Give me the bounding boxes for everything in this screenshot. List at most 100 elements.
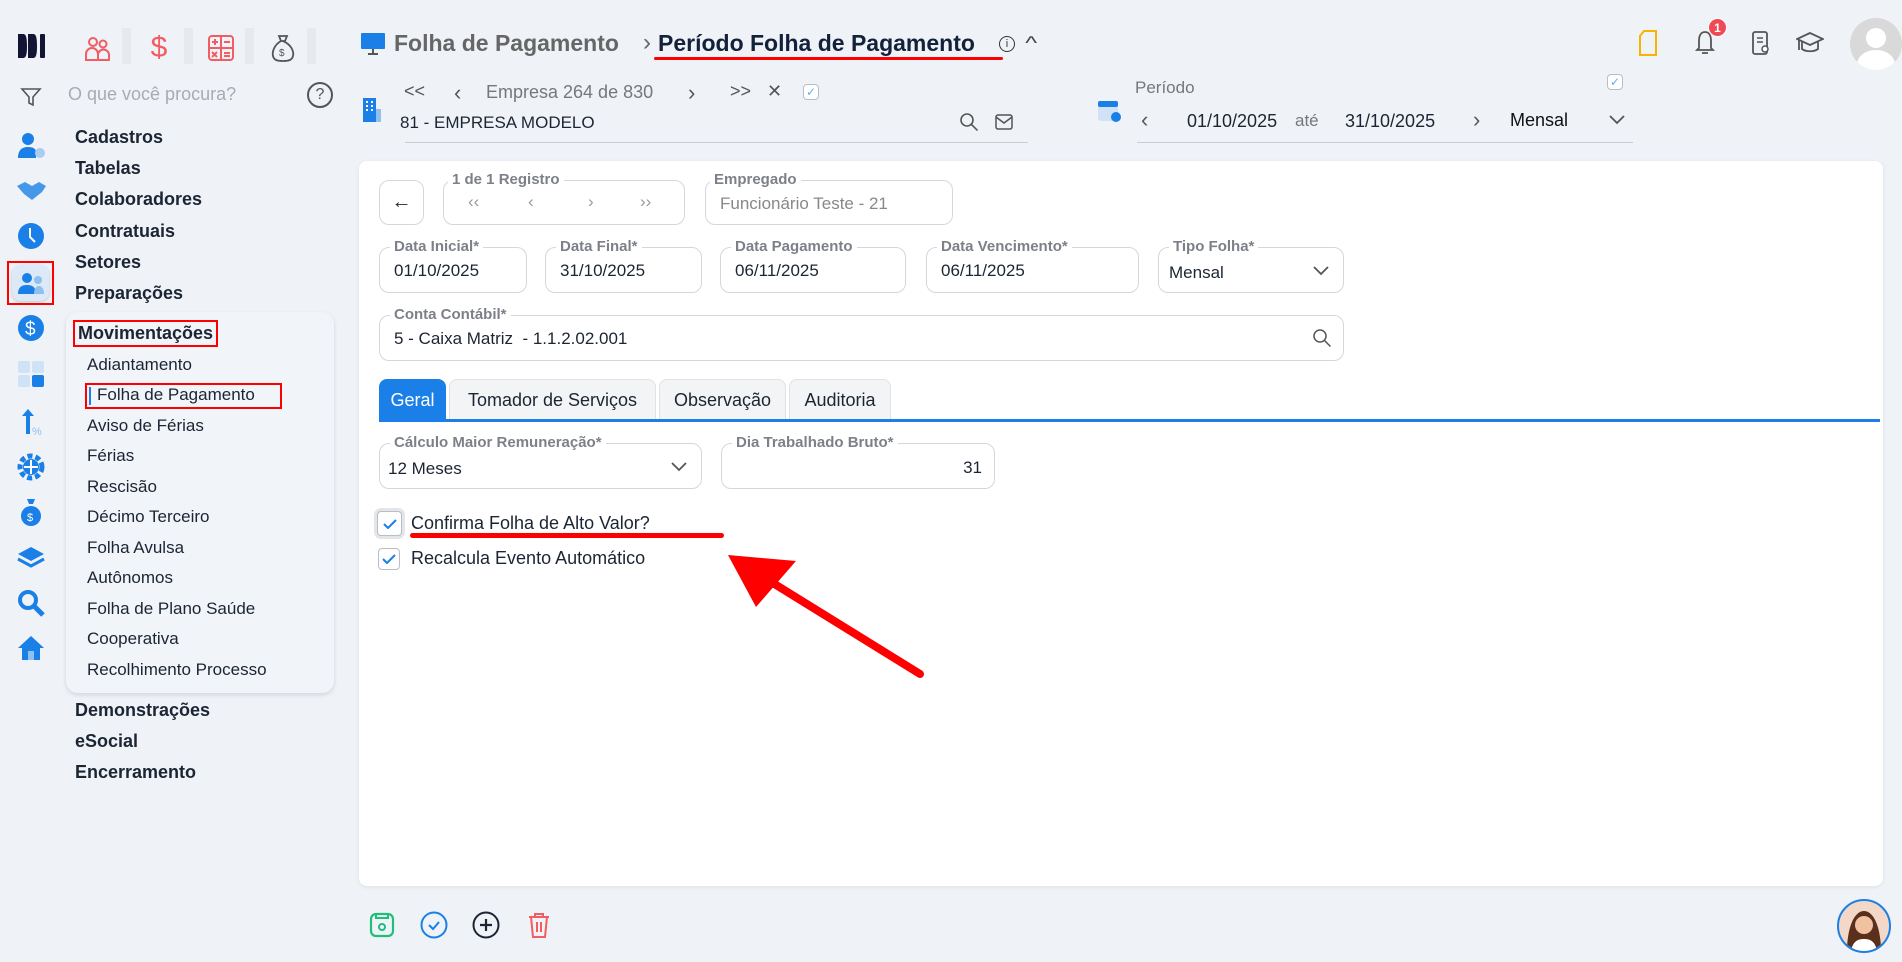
submenu-adiantamento[interactable]: Adiantamento xyxy=(87,355,192,375)
search-input[interactable]: O que você procura? xyxy=(68,84,236,105)
confirma-folha-alto-valor-checkbox[interactable] xyxy=(377,511,402,536)
registro-prev-button[interactable]: ‹ xyxy=(528,192,534,212)
page-title: Período Folha de Pagamento xyxy=(658,30,975,56)
submenu-aviso-ferias[interactable]: Aviso de Férias xyxy=(87,416,204,436)
menu-movimentacoes[interactable]: Movimentações xyxy=(73,320,219,347)
info-icon[interactable]: i xyxy=(999,36,1015,52)
confirma-folha-alto-valor-label[interactable]: Confirma Folha de Alto Valor? xyxy=(411,513,650,534)
user-gear-icon[interactable] xyxy=(14,128,48,162)
money-bag-rail-icon[interactable]: $ xyxy=(14,495,48,529)
search-icon[interactable] xyxy=(1313,329,1331,347)
graduation-cap-icon[interactable] xyxy=(1795,28,1825,58)
menu-demonstracoes[interactable]: Demonstrações xyxy=(75,700,210,721)
handshake-icon[interactable] xyxy=(14,174,48,208)
add-button[interactable] xyxy=(471,910,501,940)
empresa-clear-button[interactable]: ✕ xyxy=(767,81,782,102)
save-button[interactable] xyxy=(367,910,397,940)
registro-next-button[interactable]: › xyxy=(588,192,594,212)
calculator-icon[interactable] xyxy=(196,28,246,68)
submenu-folha-avulsa[interactable]: Folha Avulsa xyxy=(87,538,184,558)
people-rail-icon-selected[interactable] xyxy=(12,265,49,301)
arrow-percent-icon[interactable]: % xyxy=(14,405,48,439)
data-vencimento-label: Data Vencimento* xyxy=(937,238,1072,255)
registro-last-button[interactable]: ›› xyxy=(640,192,651,212)
submenu-folha-plano-saude[interactable]: Folha de Plano Saúde xyxy=(87,599,255,619)
tab-auditoria[interactable]: Auditoria xyxy=(789,379,891,420)
building-icon xyxy=(361,96,383,124)
menu-esocial[interactable]: eSocial xyxy=(75,731,138,752)
recalcula-evento-automatico-checkbox[interactable] xyxy=(378,548,400,570)
menu-tabelas[interactable]: Tabelas xyxy=(75,158,141,179)
search-icon[interactable] xyxy=(958,111,980,133)
filter-icon[interactable] xyxy=(16,82,46,112)
tab-underline xyxy=(379,419,1880,422)
calculo-maior-remuneracao-select[interactable]: Cálculo Maior Remuneração* 12 Meses xyxy=(379,434,702,489)
layers-icon[interactable] xyxy=(14,540,48,574)
submenu-cooperativa[interactable]: Cooperativa xyxy=(87,629,179,649)
tab-observacao[interactable]: Observação xyxy=(659,379,786,420)
back-button[interactable]: ← xyxy=(379,180,424,225)
empresa-next-button[interactable]: › xyxy=(688,80,695,106)
registro-first-button[interactable]: ‹‹ xyxy=(468,192,479,212)
menu-encerramento[interactable]: Encerramento xyxy=(75,762,196,783)
periodo-checkbox[interactable]: ✓ xyxy=(1607,74,1623,90)
tab-geral[interactable]: Geral xyxy=(379,379,446,420)
calculo-label: Cálculo Maior Remuneração* xyxy=(390,434,606,451)
money-bag-icon[interactable]: $ xyxy=(258,28,308,68)
data-pagamento-field[interactable]: Data Pagamento 06/11/2025 xyxy=(720,238,906,293)
submenu-rescisao[interactable]: Rescisão xyxy=(87,477,157,497)
periodo-label: Período xyxy=(1135,78,1195,97)
dollar-rail-icon[interactable]: $ xyxy=(14,311,48,345)
data-final-field[interactable]: Data Final* 31/10/2025 xyxy=(545,238,702,293)
submenu-autonomos[interactable]: Autônomos xyxy=(87,568,173,588)
empregado-field[interactable]: Empregado Funcionário Teste - 21 xyxy=(705,171,953,225)
delete-button[interactable] xyxy=(524,910,554,940)
empresa-checkbox[interactable]: ✓ xyxy=(803,84,819,100)
tipo-folha-select[interactable]: Tipo Folha* Mensal xyxy=(1158,238,1344,293)
periodo-start[interactable]: 01/10/2025 xyxy=(1187,111,1277,132)
calculator-rail-icon[interactable] xyxy=(14,357,48,391)
menu-preparacoes[interactable]: Preparações xyxy=(75,283,183,304)
search-rail-icon[interactable] xyxy=(14,586,48,620)
data-vencimento-field[interactable]: Data Vencimento* 06/11/2025 xyxy=(926,238,1139,293)
periodo-next-button[interactable]: › xyxy=(1473,107,1480,133)
dollar-icon[interactable]: $ xyxy=(134,28,184,68)
periodo-end[interactable]: 31/10/2025 xyxy=(1345,111,1435,132)
people-icon[interactable] xyxy=(73,28,123,68)
chevron-down-icon[interactable] xyxy=(1607,110,1627,130)
submenu-decimo-terceiro[interactable]: Décimo Terceiro xyxy=(87,507,210,527)
empresa-prev-button[interactable]: ‹ xyxy=(454,80,461,106)
menu-colaboradores[interactable]: Colaboradores xyxy=(75,189,202,210)
dia-trabalhado-bruto-field[interactable]: Dia Trabalhado Bruto* 31 xyxy=(721,434,995,489)
home-icon[interactable] xyxy=(14,631,48,665)
assistant-avatar[interactable] xyxy=(1837,899,1891,953)
breadcrumb-parent[interactable]: Folha de Pagamento xyxy=(394,30,619,57)
notes-icon[interactable] xyxy=(1634,28,1662,58)
periodo-type-select[interactable]: Mensal xyxy=(1510,110,1568,131)
settings-gear-icon[interactable] xyxy=(14,450,48,484)
document-search-icon[interactable] xyxy=(1748,28,1774,58)
submenu-recolhimento-processo[interactable]: Recolhimento Processo xyxy=(87,660,267,680)
empresa-first-button[interactable]: << xyxy=(404,81,425,102)
recalcula-evento-automatico-label[interactable]: Recalcula Evento Automático xyxy=(411,548,645,569)
tab-tomador-servicos[interactable]: Tomador de Serviços xyxy=(449,379,656,420)
empresa-field[interactable]: 81 - EMPRESA MODELO xyxy=(400,113,595,133)
help-icon[interactable]: ? xyxy=(307,82,333,108)
submenu-folha-de-pagamento[interactable]: Folha de Pagamento xyxy=(97,385,255,405)
menu-contratuais[interactable]: Contratuais xyxy=(75,221,175,242)
confirm-button[interactable] xyxy=(419,910,449,940)
chevron-down-icon xyxy=(1313,266,1329,276)
calculo-value: 12 Meses xyxy=(388,459,462,478)
periodo-prev-button[interactable]: ‹ xyxy=(1141,107,1148,133)
app-logo[interactable] xyxy=(14,30,50,62)
collapse-chevron-up-icon[interactable]: ^ xyxy=(1025,33,1037,54)
menu-cadastros[interactable]: Cadastros xyxy=(75,127,163,148)
data-inicial-field[interactable]: Data Inicial* 01/10/2025 xyxy=(379,238,527,293)
menu-setores[interactable]: Setores xyxy=(75,252,141,273)
submenu-ferias[interactable]: Férias xyxy=(87,446,134,466)
empresa-last-button[interactable]: >> xyxy=(730,81,751,102)
user-avatar[interactable] xyxy=(1850,18,1902,70)
clock-icon[interactable] xyxy=(14,219,48,253)
mail-icon[interactable] xyxy=(993,111,1015,133)
conta-contabil-field[interactable]: Conta Contábil* 5 - Caixa Matriz - 1.1.2.… xyxy=(379,306,1344,361)
